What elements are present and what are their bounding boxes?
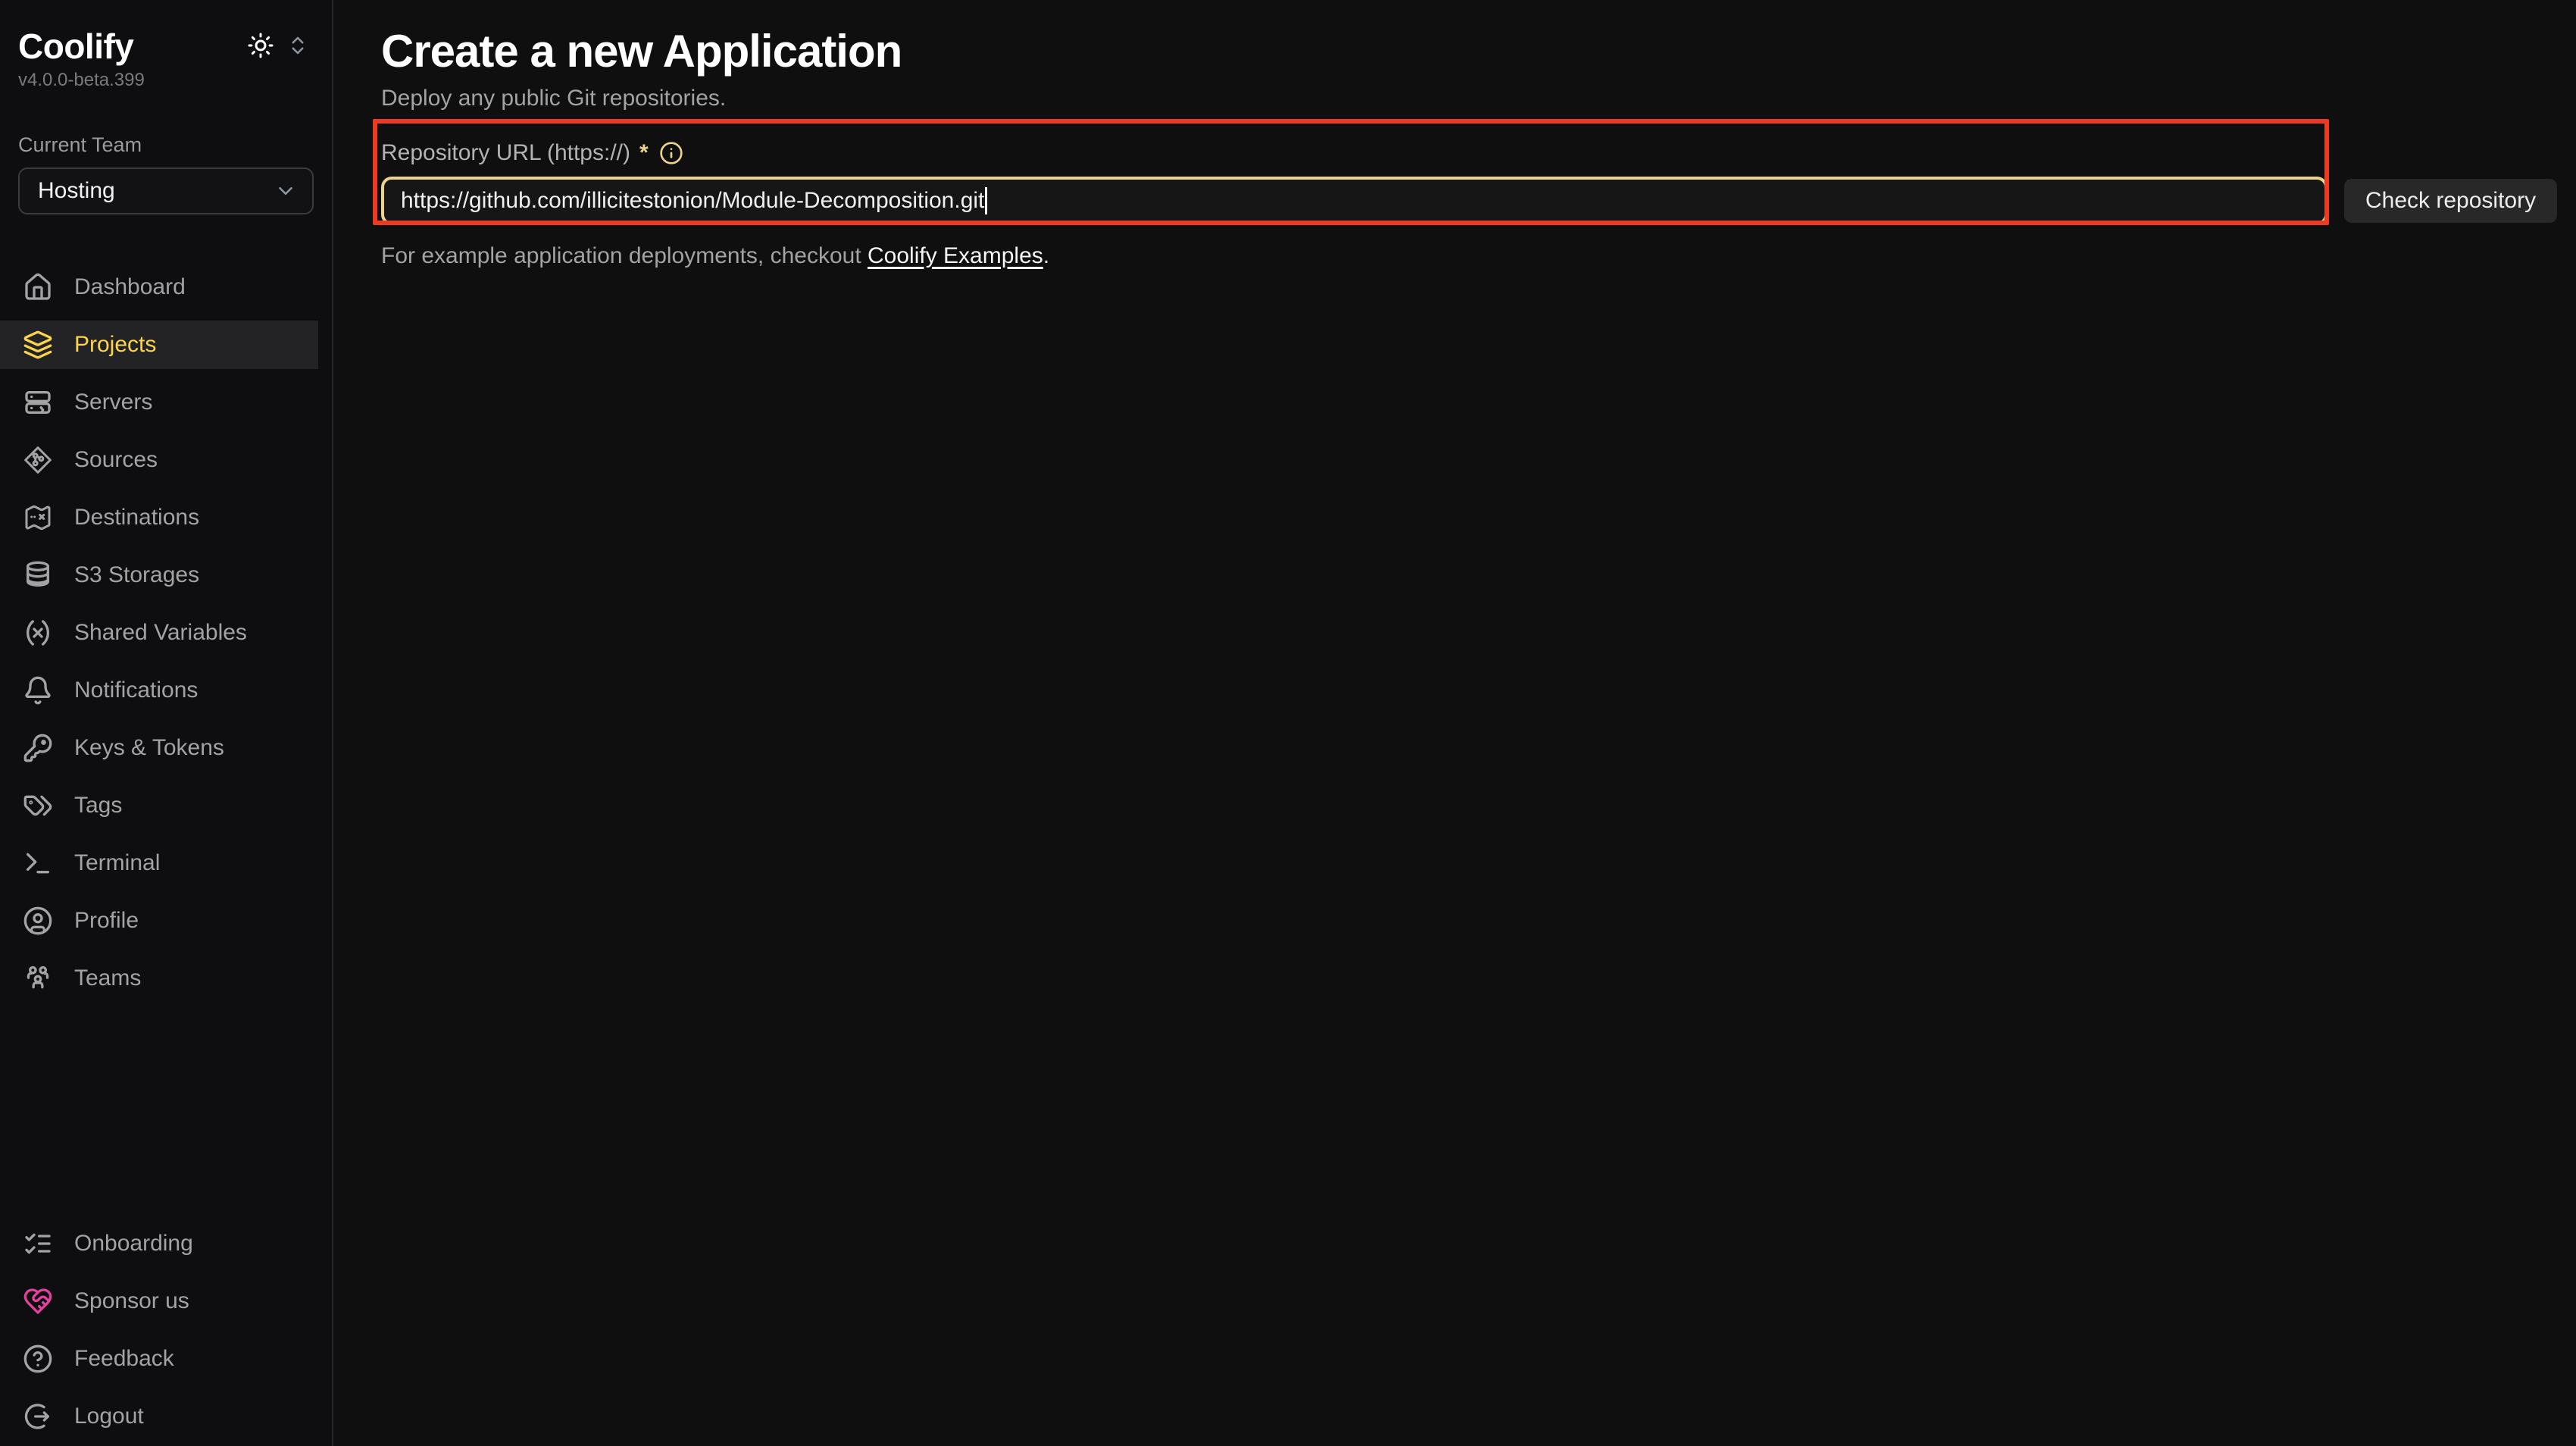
sidebar-item-shared-variables[interactable]: Shared Variables xyxy=(0,609,318,657)
sidebar-item-label: Feedback xyxy=(74,1346,174,1372)
home-icon xyxy=(23,272,53,302)
git-source-icon xyxy=(23,445,53,475)
helper-text: For example application deployments, che… xyxy=(381,243,2576,269)
info-icon[interactable] xyxy=(659,141,683,165)
sidebar-item-servers[interactable]: Servers xyxy=(0,378,318,427)
sidebar-item-label: Notifications xyxy=(74,678,198,703)
server-icon xyxy=(23,387,53,418)
coolify-examples-link[interactable]: Coolify Examples xyxy=(868,243,1043,268)
sidebar-item-label: Sponsor us xyxy=(74,1288,189,1314)
sidebar-item-label: S3 Storages xyxy=(74,562,199,588)
tags-icon xyxy=(23,790,53,821)
team-section: Current Team Hosting xyxy=(0,91,332,214)
main-content: Create a new Application Deploy any publ… xyxy=(333,0,2576,1446)
sidebar-item-label: Projects xyxy=(74,332,156,358)
sidebar-spacer xyxy=(0,1003,332,1219)
sidebar: Coolify v4.0.0-beta.399 Current Team Hos… xyxy=(0,0,333,1446)
sidebar-item-label: Onboarding xyxy=(74,1231,193,1257)
sidebar-item-label: Dashboard xyxy=(74,274,186,300)
page-subtitle: Deploy any public Git repositories. xyxy=(381,86,2576,111)
logout-icon xyxy=(23,1401,53,1432)
helper-suffix: . xyxy=(1043,243,1049,268)
chevron-down-icon xyxy=(274,180,297,202)
sidebar-item-sponsor-us[interactable]: Sponsor us xyxy=(0,1277,318,1326)
list-checks-icon xyxy=(23,1228,53,1259)
helper-prefix: For example application deployments, che… xyxy=(381,243,868,268)
sidebar-item-label: Sources xyxy=(74,447,158,473)
sidebar-item-notifications[interactable]: Notifications xyxy=(0,666,318,715)
sidebar-item-s3-storages[interactable]: S3 Storages xyxy=(0,551,318,599)
page-title: Create a new Application xyxy=(381,27,2576,75)
sidebar-item-label: Logout xyxy=(74,1404,144,1429)
app-version: v4.0.0-beta.399 xyxy=(18,70,309,91)
sidebar-item-teams[interactable]: Teams xyxy=(0,954,318,1003)
terminal-icon xyxy=(23,848,53,878)
sidebar-item-label: Shared Variables xyxy=(74,620,247,646)
help-circle-icon xyxy=(23,1344,53,1374)
app-logo: Coolify xyxy=(18,26,133,67)
sidebar-item-label: Keys & Tokens xyxy=(74,735,224,761)
user-circle-icon xyxy=(23,906,53,936)
sidebar-item-label: Destinations xyxy=(74,505,199,531)
sidebar-item-label: Tags xyxy=(74,793,122,818)
repository-url-value: https://github.com/illicitestonion/Modul… xyxy=(401,188,984,214)
bell-icon xyxy=(23,675,53,706)
sidebar-item-profile[interactable]: Profile xyxy=(0,897,318,945)
database-icon xyxy=(23,560,53,590)
variable-icon xyxy=(23,618,53,648)
sidebar-item-dashboard[interactable]: Dashboard xyxy=(0,263,318,311)
required-asterisk: * xyxy=(639,140,649,166)
text-caret xyxy=(985,187,987,214)
sidebar-item-keys-tokens[interactable]: Keys & Tokens xyxy=(0,724,318,772)
current-team-label: Current Team xyxy=(18,133,314,157)
sidebar-item-label: Profile xyxy=(74,908,139,934)
team-select[interactable]: Hosting xyxy=(18,167,314,214)
heart-handshake-icon xyxy=(23,1286,53,1316)
sidebar-item-label: Terminal xyxy=(74,850,160,876)
sidebar-nav: Dashboard Projects Servers Sources Desti… xyxy=(0,263,332,1003)
check-repository-button[interactable]: Check repository xyxy=(2344,179,2557,223)
theme-toggle-sun-icon[interactable] xyxy=(247,32,274,59)
repository-url-label: Repository URL (https://) xyxy=(381,140,630,166)
layers-icon xyxy=(23,330,53,360)
key-icon xyxy=(23,733,53,763)
sidebar-item-onboarding[interactable]: Onboarding xyxy=(0,1219,318,1268)
sidebar-footer-nav: Onboarding Sponsor us Feedback Logout xyxy=(0,1219,332,1446)
sidebar-item-label: Teams xyxy=(74,966,141,991)
sidebar-header: Coolify v4.0.0-beta.399 xyxy=(0,0,332,91)
chevrons-up-down-icon[interactable] xyxy=(286,34,309,57)
sidebar-item-feedback[interactable]: Feedback xyxy=(0,1335,318,1383)
sidebar-item-sources[interactable]: Sources xyxy=(0,436,318,484)
sidebar-item-label: Servers xyxy=(74,390,152,415)
sidebar-item-tags[interactable]: Tags xyxy=(0,781,318,830)
map-icon xyxy=(23,502,53,533)
repository-form: Repository URL (https://) * https://gith… xyxy=(381,139,2576,269)
sidebar-item-destinations[interactable]: Destinations xyxy=(0,493,318,542)
users-icon xyxy=(23,963,53,994)
sidebar-item-projects[interactable]: Projects xyxy=(0,321,318,369)
sidebar-item-terminal[interactable]: Terminal xyxy=(0,839,318,887)
repository-url-input[interactable]: https://github.com/illicitestonion/Modul… xyxy=(381,177,2327,225)
team-select-value: Hosting xyxy=(38,178,115,204)
sidebar-item-logout[interactable]: Logout xyxy=(0,1392,318,1441)
